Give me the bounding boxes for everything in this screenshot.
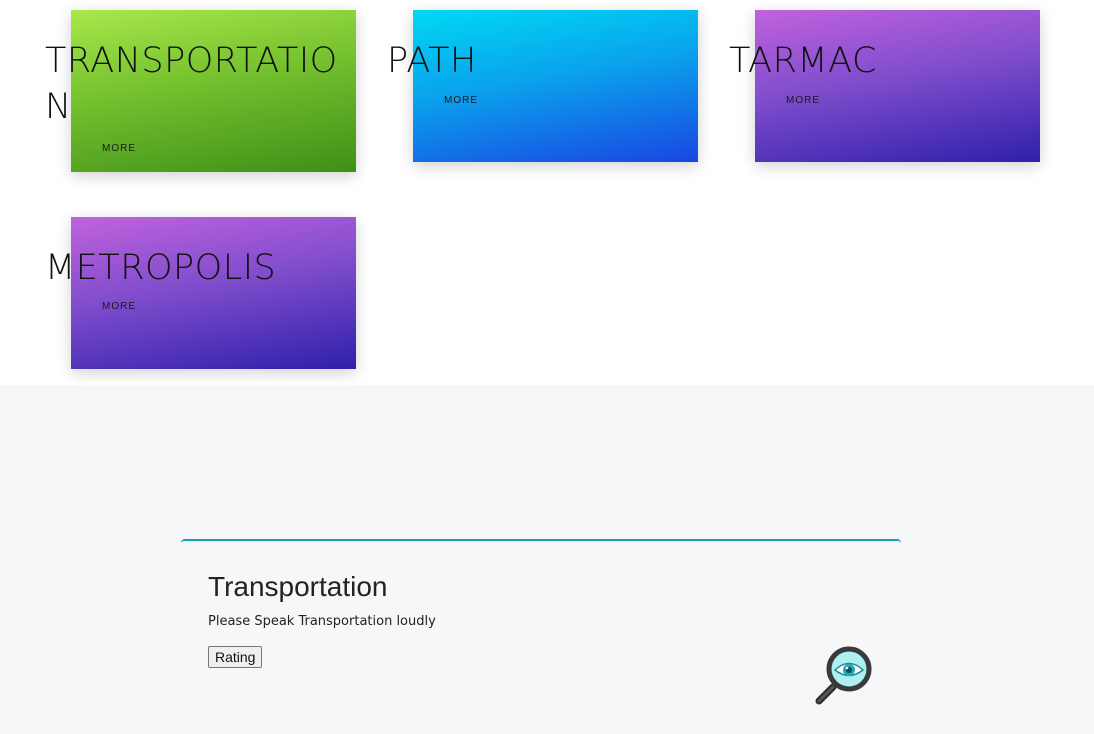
more-link[interactable]: MORE: [786, 95, 820, 106]
card-metropolis[interactable]: METROPOLIS MORE: [45, 217, 356, 369]
more-link[interactable]: MORE: [102, 143, 136, 154]
card-title: TRANSPORTATION: [45, 41, 338, 127]
card-title: PATH: [387, 41, 477, 81]
magnifier-eye-icon[interactable]: [813, 645, 877, 709]
detail-section: Transportation Please Speak Transportati…: [0, 385, 1094, 734]
magnifier-eye-icon-svg: [815, 646, 872, 705]
card-title: METROPOLIS: [45, 248, 277, 288]
card-transportation[interactable]: TRANSPORTATION MORE: [45, 10, 356, 172]
detail-card: Transportation Please Speak Transportati…: [181, 539, 901, 731]
rating-button[interactable]: Rating: [208, 646, 263, 668]
detail-title: Transportation: [208, 571, 388, 602]
cards-grid: TRANSPORTATION MORE PATH MORE TARMAC MOR…: [0, 0, 1094, 385]
card-path[interactable]: PATH MORE: [387, 10, 698, 162]
more-link[interactable]: MORE: [444, 95, 478, 106]
detail-subtitle: Please Speak Transportation loudly: [208, 614, 436, 629]
card-title: TARMAC: [729, 41, 877, 81]
more-link[interactable]: MORE: [102, 301, 136, 312]
card-tarmac[interactable]: TARMAC MORE: [729, 10, 1040, 162]
